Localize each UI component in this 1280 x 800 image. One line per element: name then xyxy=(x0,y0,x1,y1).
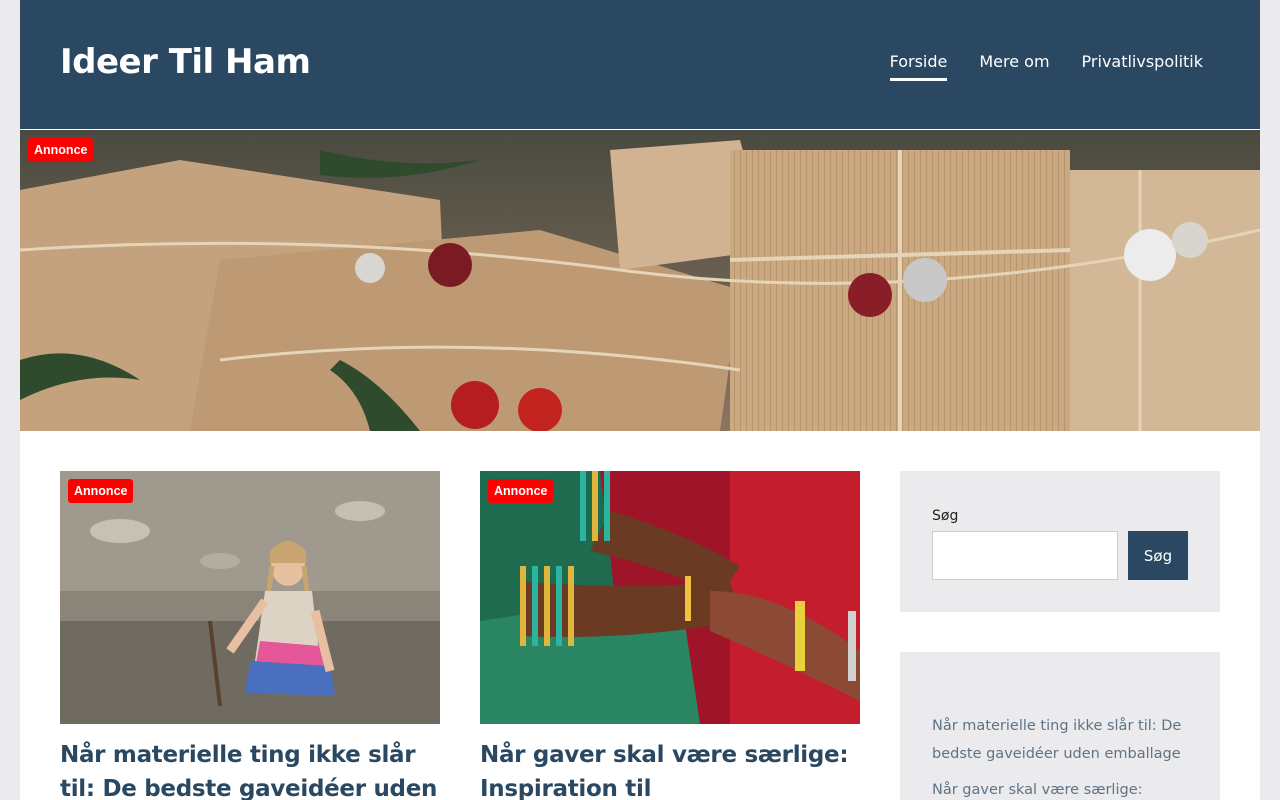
post-card: Annonce Når gaver skal være særlige: Ins… xyxy=(480,471,860,800)
post-card: Annonce Når materielle ting ikke slår ti… xyxy=(60,471,440,800)
ad-badge: Annonce xyxy=(68,479,134,503)
gift-boxes-illustration xyxy=(20,130,1260,431)
recent-post-link[interactable]: Når materielle ting ikke slår til: De be… xyxy=(932,712,1202,768)
ad-badge: Annonce xyxy=(28,138,94,162)
search-label: Søg xyxy=(932,508,959,524)
search-button[interactable]: Søg xyxy=(1128,531,1188,580)
girl-in-water-photo xyxy=(60,471,440,724)
post-title[interactable]: Når gaver skal være særlige: Inspiration… xyxy=(480,738,860,800)
main-nav: Forside Mere om Privatlivspolitik xyxy=(889,52,1203,81)
recent-posts-widget: Når materielle ting ikke slår til: De be… xyxy=(900,652,1220,800)
recent-post-link[interactable]: Når gaver skal være særlige: xyxy=(932,776,1202,800)
nav-item-privatlivspolitik[interactable]: Privatlivspolitik xyxy=(1082,52,1203,81)
henna-hands-photo xyxy=(480,471,860,724)
site-title[interactable]: Ideer Til Ham xyxy=(60,42,311,82)
nav-item-mere-om[interactable]: Mere om xyxy=(979,52,1049,81)
post-thumbnail[interactable]: Annonce xyxy=(60,471,440,724)
post-thumbnail[interactable]: Annonce xyxy=(480,471,860,724)
page: Ideer Til Ham Forside Mere om Privatlivs… xyxy=(20,0,1260,800)
site-header: Ideer Til Ham Forside Mere om Privatlivs… xyxy=(20,0,1260,129)
post-title[interactable]: Når materielle ting ikke slår til: De be… xyxy=(60,738,440,800)
hero-image: Annonce xyxy=(20,130,1260,431)
recent-posts-list: Når materielle ting ikke slår til: De be… xyxy=(932,712,1202,800)
search-widget: Søg Søg xyxy=(900,471,1220,612)
nav-item-forside[interactable]: Forside xyxy=(889,52,948,81)
ad-badge: Annonce xyxy=(488,479,554,503)
search-input[interactable] xyxy=(932,531,1118,580)
